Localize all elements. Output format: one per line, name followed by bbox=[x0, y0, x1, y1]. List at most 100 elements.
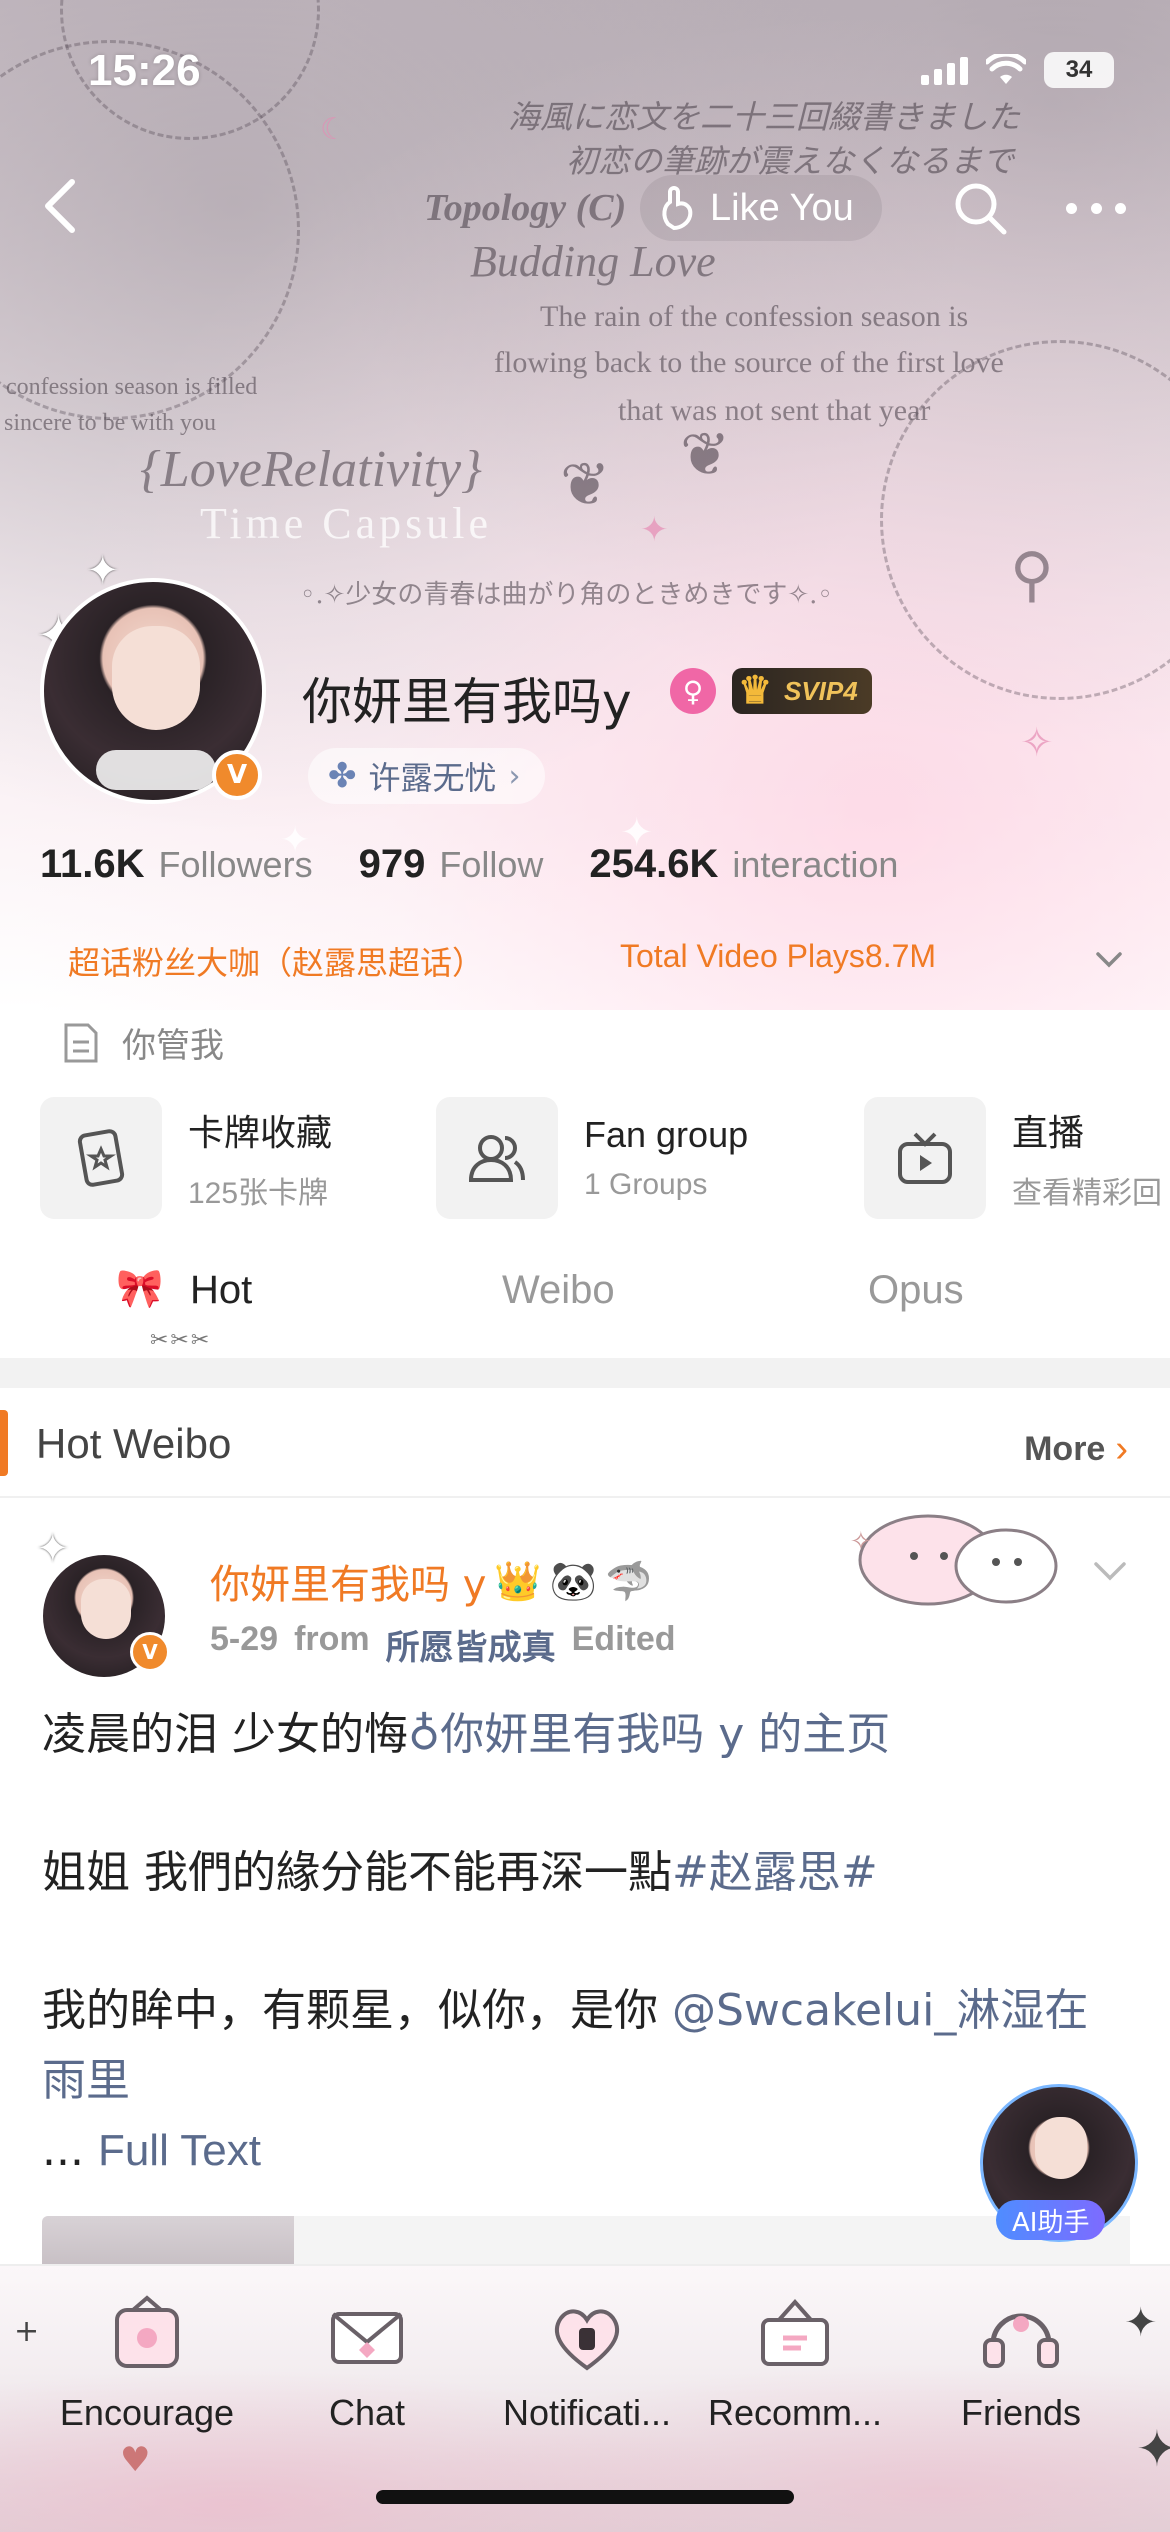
svip-badge[interactable]: ♛ SVIP4 bbox=[732, 668, 872, 714]
tab-weibo[interactable]: Weibo bbox=[502, 1268, 615, 1313]
chevron-right-icon: › bbox=[508, 758, 521, 794]
more-options-icon[interactable] bbox=[1066, 180, 1126, 236]
encourage-icon bbox=[115, 2295, 179, 2368]
wifi-icon bbox=[986, 54, 1026, 84]
card-icon bbox=[40, 1097, 162, 1219]
feature-subtitle: 查看精彩回 bbox=[1012, 1177, 1162, 1210]
post-paragraph: 我的眸中，有颗星，似你，是你 @Swcakelui_淋湿在雨里 bbox=[42, 1976, 1132, 2116]
banner-art-text: Time Capsule bbox=[200, 499, 493, 548]
tab-encourage[interactable]: Encourage bbox=[52, 2284, 242, 2434]
section-title: Hot Weibo bbox=[36, 1420, 232, 1467]
search-icon[interactable] bbox=[952, 180, 1008, 236]
stat-number: 254.6K bbox=[589, 842, 719, 886]
sparkle-decoration: ✦ bbox=[1136, 2420, 1170, 2478]
stat-interaction[interactable]: 254.6K interaction bbox=[589, 842, 898, 887]
stat-number: 979 bbox=[358, 842, 426, 886]
verified-badge-icon: V bbox=[212, 750, 262, 800]
star-decoration: ✦ bbox=[86, 548, 120, 594]
tv-icon bbox=[864, 1097, 986, 1219]
section-divider bbox=[0, 1358, 1170, 1388]
tab-label: Notificati... bbox=[502, 2392, 672, 2433]
feature-fan-group[interactable]: Fan group 1 Groups bbox=[436, 1096, 748, 1220]
tab-friends[interactable]: Friends bbox=[926, 2284, 1116, 2434]
post-edited-label: Edited bbox=[571, 1620, 676, 1658]
recommend-icon bbox=[761, 2298, 829, 2366]
cute-animals-sticker: ✧ bbox=[850, 1514, 1058, 1606]
tab-opus[interactable]: Opus bbox=[868, 1268, 964, 1313]
stat-label: interaction bbox=[732, 844, 899, 885]
crown-icon: 👑 bbox=[494, 1558, 542, 1603]
post-paragraph: 姐姐 我們的緣分能不能再深一點#赵露思# bbox=[42, 1838, 1132, 1908]
post-meta: 5-29 from 所愿皆成真 Edited bbox=[210, 1620, 676, 1669]
banner-art-text: that was not sent that year bbox=[618, 394, 931, 427]
tab-notifications[interactable]: Notificati... bbox=[492, 2284, 682, 2434]
stat-followers[interactable]: 11.6K Followers bbox=[40, 842, 313, 887]
post-paragraph: ... Full Text bbox=[42, 2116, 1132, 2186]
profile-link-icon: ♁ bbox=[408, 1709, 441, 1760]
like-you-button[interactable]: Like You bbox=[640, 175, 882, 241]
group-icon bbox=[436, 1097, 558, 1219]
group-chip-label: 许露无忧 bbox=[368, 759, 497, 797]
feature-title: 卡牌收藏 bbox=[188, 1112, 333, 1153]
group-chip[interactable]: ✤ 许露无忧 › bbox=[308, 748, 545, 804]
tab-chat[interactable]: Chat bbox=[272, 2284, 462, 2434]
banner-art-text: The rain of the confession season is bbox=[540, 300, 969, 333]
ellipsis: ... bbox=[42, 2125, 98, 2176]
super-topic-link[interactable]: 超话粉丝大咖（赵露思超话） bbox=[68, 938, 484, 984]
more-link[interactable]: More › bbox=[1024, 1428, 1128, 1471]
banner-art-text: confession season is filled bbox=[6, 374, 258, 400]
profile-home-link[interactable]: 你妍里有我吗 y 的主页 bbox=[440, 1709, 890, 1760]
stat-label: Followers bbox=[158, 844, 313, 885]
video-plays-label: Total Video Plays8.7M bbox=[620, 938, 937, 974]
banner-art-text: ◦.✧少女の青春は曲がり角のときめきです✧.◦ bbox=[300, 580, 833, 610]
more-label: More bbox=[1024, 1430, 1106, 1468]
feature-card-collection[interactable]: 卡牌收藏 125张卡牌 bbox=[40, 1096, 332, 1220]
status-icons: 34 bbox=[921, 52, 1114, 88]
document-icon bbox=[64, 1023, 98, 1062]
chat-icon bbox=[331, 2312, 403, 2364]
feature-live[interactable]: 直播 查看精彩回 bbox=[864, 1096, 1162, 1220]
profile-stats: 11.6K Followers 979 Follow 254.6K intera… bbox=[40, 842, 944, 887]
post-date: 5-29 bbox=[210, 1620, 279, 1658]
tab-active-indicator: ✂✂✂ bbox=[150, 1328, 212, 1353]
like-you-label: Like You bbox=[710, 186, 854, 229]
hashtag-link[interactable]: #赵露思# bbox=[672, 1847, 878, 1898]
banner-art-text: sincere to be with you bbox=[4, 410, 216, 436]
shark-icon: 🦈 bbox=[605, 1558, 653, 1603]
profile-highlights-row: 超话粉丝大咖（赵露思超话） Total Video Plays8.7M bbox=[0, 938, 1170, 988]
post-options-chevron-icon[interactable] bbox=[1090, 1556, 1130, 1586]
section-accent-bar bbox=[0, 1410, 8, 1476]
chevron-down-icon[interactable] bbox=[1094, 944, 1124, 974]
full-text-link[interactable]: Full Text bbox=[98, 2126, 261, 2175]
hand-heart-icon bbox=[662, 186, 693, 231]
notification-icon bbox=[555, 2309, 619, 2371]
tab-label: Recomm... bbox=[707, 2392, 883, 2433]
post-from-label: from bbox=[294, 1620, 370, 1658]
stat-number: 11.6K bbox=[40, 842, 145, 886]
verified-badge-icon: V bbox=[130, 1632, 170, 1672]
feature-subtitle: 125张卡牌 bbox=[188, 1177, 329, 1210]
home-indicator[interactable] bbox=[376, 2490, 794, 2504]
butterfly-decoration: ❦ bbox=[560, 450, 611, 520]
tab-hot[interactable]: Hot bbox=[190, 1268, 252, 1313]
crown-icon: ♛ bbox=[738, 670, 773, 712]
friends-icon bbox=[983, 2313, 1059, 2368]
star-decoration: ✧ bbox=[1020, 720, 1054, 766]
female-gender-icon: ♀ bbox=[670, 668, 716, 714]
post-author-name[interactable]: 你妍里有我吗 y 👑 🐼 🦈 bbox=[210, 1552, 652, 1610]
ai-assistant-label[interactable]: AI助手 bbox=[996, 2200, 1106, 2240]
post-source-link[interactable]: 所愿皆成真 bbox=[386, 1620, 556, 1669]
post-text-segment: 凌晨的泪 少女的悔 bbox=[42, 1709, 408, 1760]
banner-art-text: 海風に恋文を二十三回綴書きました bbox=[508, 98, 1021, 136]
bio-text: 你管我 bbox=[122, 1026, 224, 1066]
stat-follow[interactable]: 979 Follow bbox=[359, 842, 544, 887]
battery-icon: 34 bbox=[1044, 52, 1114, 88]
post-body: 凌晨的泪 少女的悔♁你妍里有我吗 y 的主页 姐姐 我們的緣分能不能再深一點#赵… bbox=[42, 1700, 1132, 2186]
tab-recommend[interactable]: Recomm... bbox=[700, 2284, 890, 2434]
back-icon[interactable] bbox=[36, 176, 86, 236]
banner-art-text: {LoveRelativity} bbox=[140, 441, 482, 498]
heart-decoration: ♥ bbox=[120, 2440, 151, 2480]
profile-bio: 你管我 bbox=[62, 1018, 224, 1067]
post-paragraph: 凌晨的泪 少女的悔♁你妍里有我吗 y 的主页 bbox=[42, 1700, 1132, 1770]
stat-label: Follow bbox=[439, 844, 544, 885]
